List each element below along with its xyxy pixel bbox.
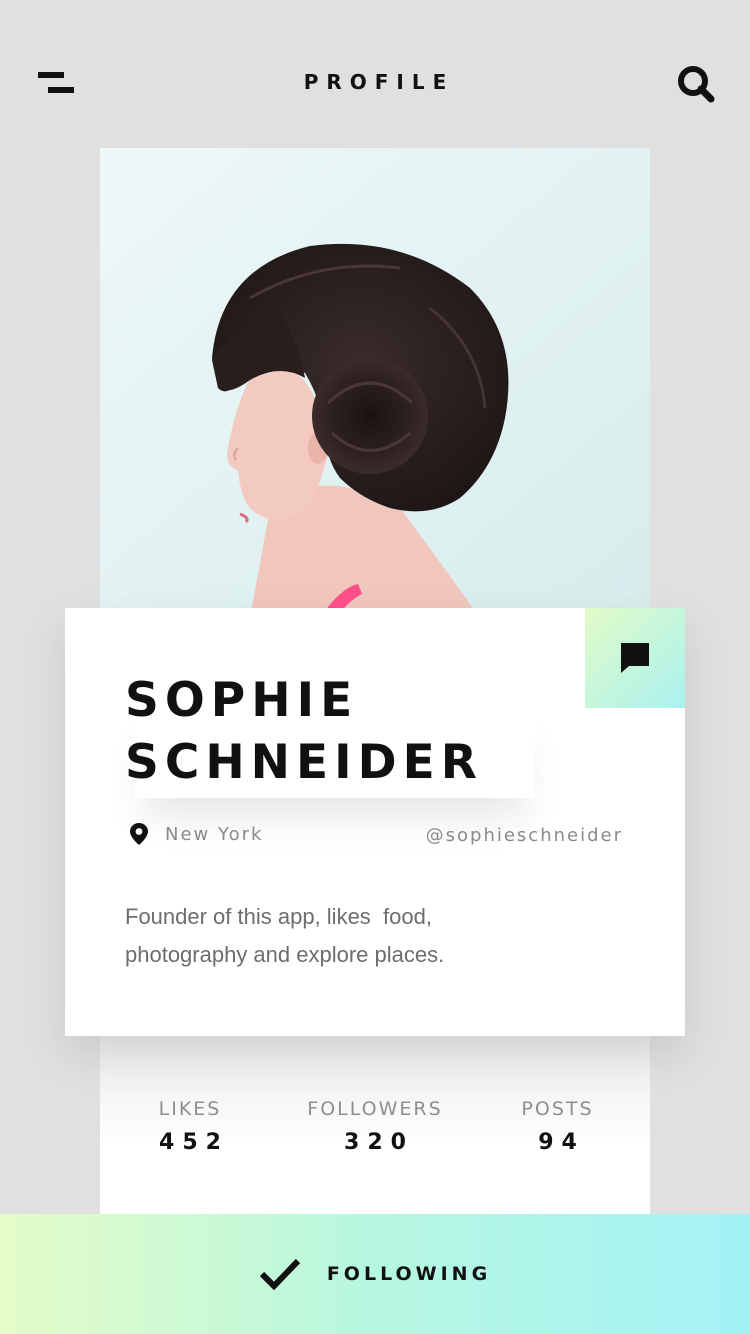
location-pin-icon — [130, 823, 148, 845]
following-button[interactable]: FOLLOWING — [0, 1214, 750, 1334]
first-name: SOPHIE — [125, 673, 359, 728]
bio-line: Founder of this app, likes food, — [125, 904, 432, 929]
stat-value: 94 — [538, 1130, 585, 1155]
stat-value: 320 — [344, 1130, 414, 1155]
stats-panel: LIKES 452 FOLLOWERS 320 POSTS 94 — [100, 1036, 650, 1236]
following-label: FOLLOWING — [326, 1263, 492, 1285]
profile-photo — [100, 148, 650, 618]
stat-label: POSTS — [521, 1098, 594, 1120]
stat-likes[interactable]: LIKES 452 — [140, 1098, 240, 1155]
stat-followers[interactable]: FOLLOWERS 320 — [290, 1098, 460, 1155]
search-icon — [678, 66, 715, 103]
bio: Founder of this app, likes food, photogr… — [125, 898, 625, 974]
last-name: SCHNEIDER — [125, 735, 483, 790]
stat-value: 452 — [159, 1130, 229, 1155]
profile-name: SOPHIE SCHNEIDER — [125, 670, 483, 794]
page-title: PROFILE — [303, 70, 455, 94]
location-text: New York — [165, 823, 264, 845]
bio-line: photography and explore places. — [125, 942, 445, 967]
location: New York — [129, 822, 263, 846]
checkmark-icon — [259, 1258, 300, 1290]
user-handle[interactable]: @sophieschneider — [426, 825, 623, 846]
chat-bubble-icon — [621, 643, 649, 673]
stat-label: FOLLOWERS — [307, 1098, 443, 1120]
profile-card: SOPHIE SCHNEIDER New York @sophieschneid… — [65, 608, 685, 1036]
stat-label: LIKES — [158, 1098, 222, 1120]
stat-posts[interactable]: POSTS 94 — [505, 1098, 610, 1155]
message-button[interactable] — [585, 608, 685, 708]
search-button[interactable] — [676, 64, 716, 104]
